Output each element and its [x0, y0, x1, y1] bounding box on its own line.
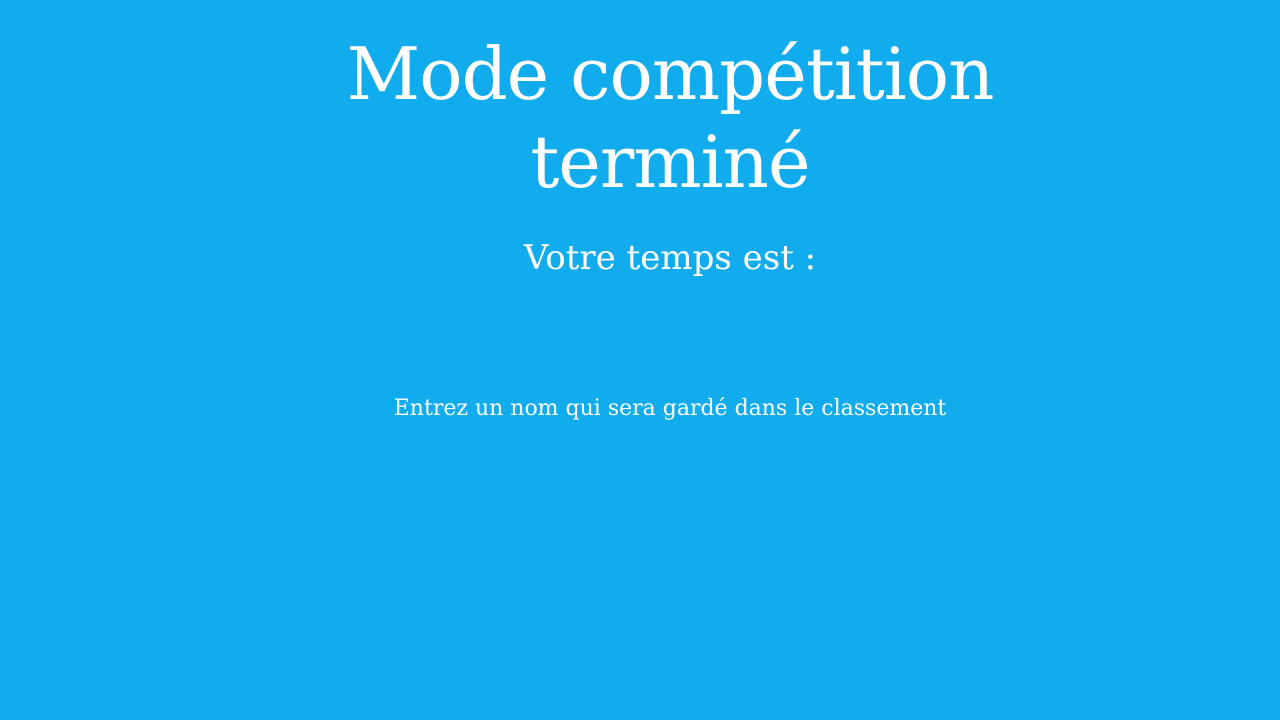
time-value: [370, 300, 970, 350]
page-title: Mode compétition terminé: [346, 32, 995, 204]
name-prompt: Entrez un nom qui sera gardé dans le cla…: [393, 396, 947, 421]
time-label: Votre temps est :: [523, 238, 817, 278]
competition-end-screen: Mode compétition terminé Votre temps est…: [0, 0, 1280, 720]
player-name-input[interactable]: [530, 450, 814, 488]
